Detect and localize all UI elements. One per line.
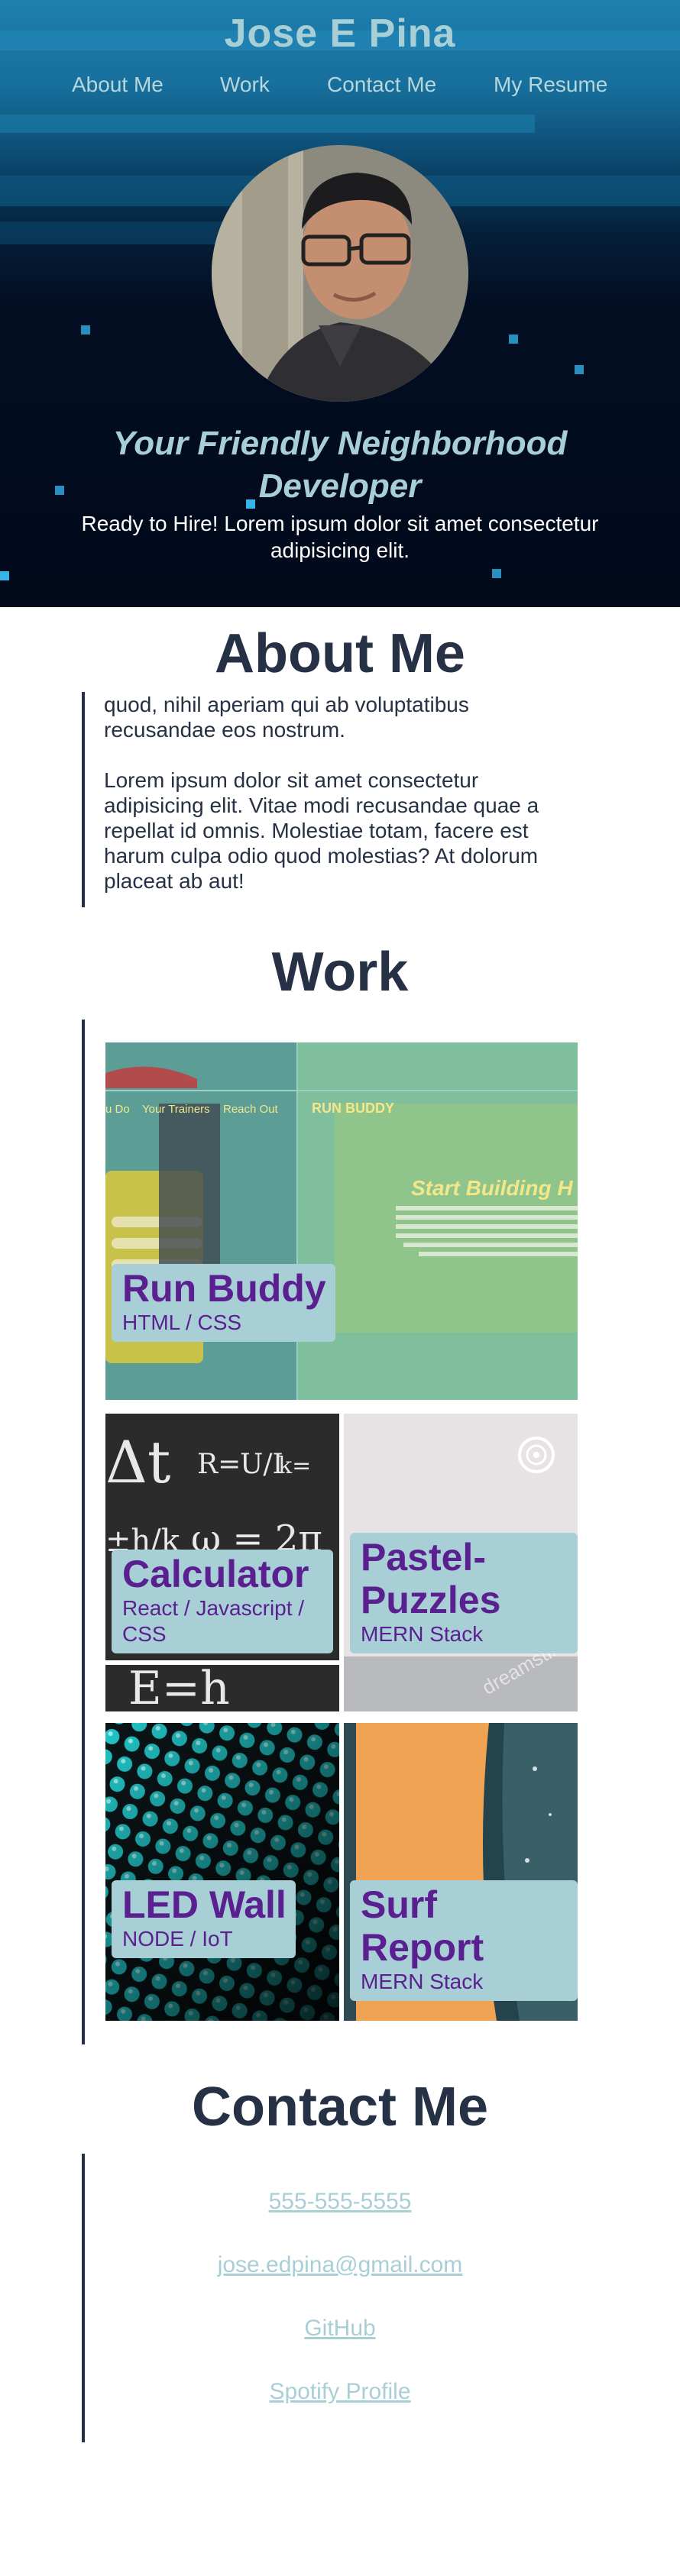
project-card-calculator[interactable]: Δt R= U/I k= ±h/k ω = 2π E=h Calculator … bbox=[105, 1414, 339, 1711]
project-tech: MERN Stack bbox=[361, 1622, 484, 1646]
run-buddy-nav-text: Reach Out bbox=[223, 1103, 279, 1116]
about-paragraph: Lorem ipsum dolor sit amet consectetur a… bbox=[104, 768, 539, 893]
about-paragraph: quod, nihil aperiam qui ab voluptatibus … bbox=[104, 693, 469, 742]
contact-title: Contact Me bbox=[191, 2077, 489, 2138]
project-card-led-wall[interactable]: LED Wall NODE / IoT bbox=[105, 1723, 339, 2021]
pixel-dot bbox=[0, 571, 9, 580]
email-link[interactable]: jose.edpina@gmail.com bbox=[0, 2252, 680, 2278]
project-tech: NODE / IoT bbox=[122, 1927, 233, 1951]
pixel-dot bbox=[509, 335, 518, 344]
site-title: Jose E Pina bbox=[224, 11, 456, 56]
hero-intro: Ready to Hire! Lorem ipsum dolor sit ame… bbox=[81, 512, 599, 562]
work-divider bbox=[82, 1020, 85, 2044]
main-nav: About Me Work Contact Me My Resume bbox=[0, 73, 680, 103]
pixel-dot bbox=[575, 365, 584, 374]
project-label: LED Wall NODE / IoT bbox=[112, 1880, 296, 1958]
nav-work[interactable]: Work bbox=[220, 73, 270, 97]
project-name: LED Wall bbox=[122, 1883, 287, 1926]
project-name: Calculator bbox=[122, 1553, 309, 1595]
nav-contact-me[interactable]: Contact Me bbox=[327, 73, 436, 97]
project-tech: MERN Stack bbox=[361, 1970, 484, 1993]
run-buddy-nav-text: Your Trainers bbox=[142, 1103, 210, 1116]
github-link[interactable]: GitHub bbox=[0, 2316, 680, 2342]
svg-text:R=: R= bbox=[197, 1449, 241, 1480]
nav-about-me[interactable]: About Me bbox=[72, 73, 164, 97]
project-name: Surf Report bbox=[361, 1883, 484, 1969]
project-label: Surf Report MERN Stack bbox=[350, 1880, 578, 2001]
phone-link[interactable]: 555-555-5555 bbox=[0, 2189, 680, 2215]
project-label: Calculator React / Javascript / CSS bbox=[112, 1550, 333, 1653]
run-buddy-screenshot: u Do Your Trainers Reach Out RUN BUDDY S… bbox=[105, 1042, 578, 1400]
project-name: Run Buddy bbox=[122, 1267, 326, 1310]
svg-text:U/I: U/I bbox=[240, 1449, 283, 1480]
pixel-dot bbox=[492, 569, 501, 578]
project-label: Run Buddy HTML / CSS bbox=[112, 1264, 335, 1342]
project-tech: HTML / CSS bbox=[122, 1311, 242, 1334]
pixel-dot bbox=[81, 325, 90, 335]
led-wall-image bbox=[105, 1723, 339, 2021]
work-title: Work bbox=[271, 942, 409, 1003]
spotify-link[interactable]: Spotify Profile bbox=[0, 2379, 680, 2405]
run-buddy-nav-text: u Do bbox=[105, 1103, 130, 1116]
svg-text:k=: k= bbox=[278, 1453, 311, 1479]
project-name: Pastel-Puzzles bbox=[361, 1536, 501, 1621]
svg-text:Δt: Δt bbox=[105, 1428, 170, 1496]
hero-banner: Jose E Pina About Me Work Contact Me My … bbox=[0, 0, 680, 607]
hero-tagline: Your Friendly Neighborhood Developer bbox=[112, 425, 568, 505]
project-card-surf-report[interactable]: Surf Report MERN Stack bbox=[344, 1723, 578, 2021]
project-label: Pastel-Puzzles MERN Stack bbox=[350, 1533, 578, 1653]
run-buddy-logo-text: RUN BUDDY bbox=[312, 1101, 394, 1116]
about-text: quod, nihil aperiam qui ab voluptatibus … bbox=[104, 692, 578, 894]
pixel-dot bbox=[55, 486, 64, 495]
profile-photo bbox=[212, 145, 468, 402]
wave-band bbox=[0, 115, 535, 133]
run-buddy-hero-text: Start Building H bbox=[411, 1176, 573, 1200]
project-card-run-buddy[interactable]: u Do Your Trainers Reach Out RUN BUDDY S… bbox=[105, 1042, 578, 1400]
about-divider bbox=[82, 692, 85, 907]
project-card-pastel-puzzles[interactable]: dreamstime Pastel-Puzzles MERN Stack bbox=[344, 1414, 578, 1711]
nav-my-resume[interactable]: My Resume bbox=[494, 73, 607, 97]
about-title: About Me bbox=[215, 623, 465, 684]
svg-text:E=h: E=h bbox=[128, 1662, 230, 1711]
project-tech: React / Javascript / CSS bbox=[122, 1596, 305, 1646]
